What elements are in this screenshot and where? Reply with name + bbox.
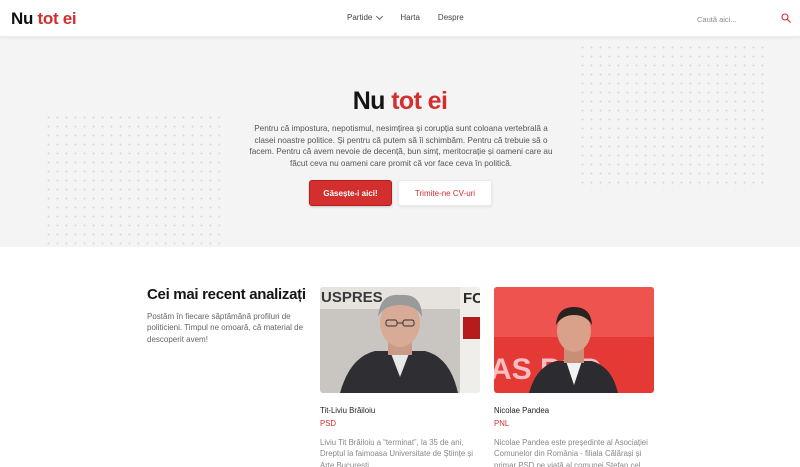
- nav-item-label: Partide: [347, 13, 373, 22]
- nav-item-partide[interactable]: Partide: [347, 12, 384, 22]
- search-input[interactable]: [691, 10, 793, 29]
- politician-description: Nicolae Pandea este președinte al Asocia…: [494, 438, 648, 467]
- nav-item-label: Harta: [400, 13, 420, 22]
- politician-description: Liviu Tit Brăiloiu a “terminat”, la 35 d…: [320, 438, 473, 467]
- chevron-down-icon: [376, 12, 384, 20]
- politician-party: PSD: [320, 419, 337, 428]
- logo-text-part1: Nu: [11, 9, 34, 28]
- dot-pattern-right: [578, 43, 764, 191]
- politician-name[interactable]: Tit-Liviu Brăiloiu: [320, 406, 480, 415]
- section-description: Postăm în fiecare săptămână profiluri de…: [147, 312, 304, 344]
- photo-illustration: AS PSD: [494, 287, 654, 393]
- site-logo[interactable]: Nu tot ei: [11, 9, 77, 29]
- politician-party: PNL: [494, 419, 510, 428]
- hero-title-part1: Nu: [352, 87, 386, 115]
- search-box: [691, 9, 793, 29]
- politician-photo[interactable]: AS PSD: [494, 287, 654, 393]
- nav-item-despre[interactable]: Despre: [438, 13, 464, 22]
- section-title: Cei mai recent analizați: [147, 286, 306, 303]
- search-icon[interactable]: [781, 13, 791, 23]
- politician-name[interactable]: Nicolae Pandea: [494, 406, 654, 415]
- main-nav: Partide Harta Despre: [347, 12, 464, 22]
- dot-pattern-left: [44, 113, 220, 247]
- hero-title-part2: tot ei: [391, 87, 448, 115]
- send-cv-button[interactable]: Trimite-ne CV-uri: [398, 180, 492, 206]
- nav-item-label: Despre: [437, 13, 464, 22]
- hero-description: Pentru că impostura, nepotismul, nesimți…: [249, 124, 553, 168]
- politician-card[interactable]: USPRES FC Tit-Liviu Brăiloiu PSD Liviu T…: [320, 287, 480, 467]
- photo-backdrop-text: USPRES: [321, 289, 383, 306]
- hero-title: Nu tot ei: [0, 87, 800, 116]
- politician-photo[interactable]: USPRES FC: [320, 287, 480, 393]
- top-navbar: Nu tot ei Partide Harta Despre: [0, 0, 800, 37]
- hero-section: Nu tot ei Pentru că impostura, nepotismu…: [0, 37, 800, 247]
- photo-backdrop-text-right: FC: [463, 290, 480, 307]
- photo-illustration: USPRES FC: [320, 287, 480, 393]
- logo-text-part2: tot ei: [37, 9, 77, 28]
- politician-card[interactable]: AS PSD Nicolae Pandea PNL Nicolae Pandea…: [494, 287, 654, 467]
- find-them-button[interactable]: Găsește-i aici!: [309, 180, 392, 206]
- nav-item-harta[interactable]: Harta: [400, 13, 420, 22]
